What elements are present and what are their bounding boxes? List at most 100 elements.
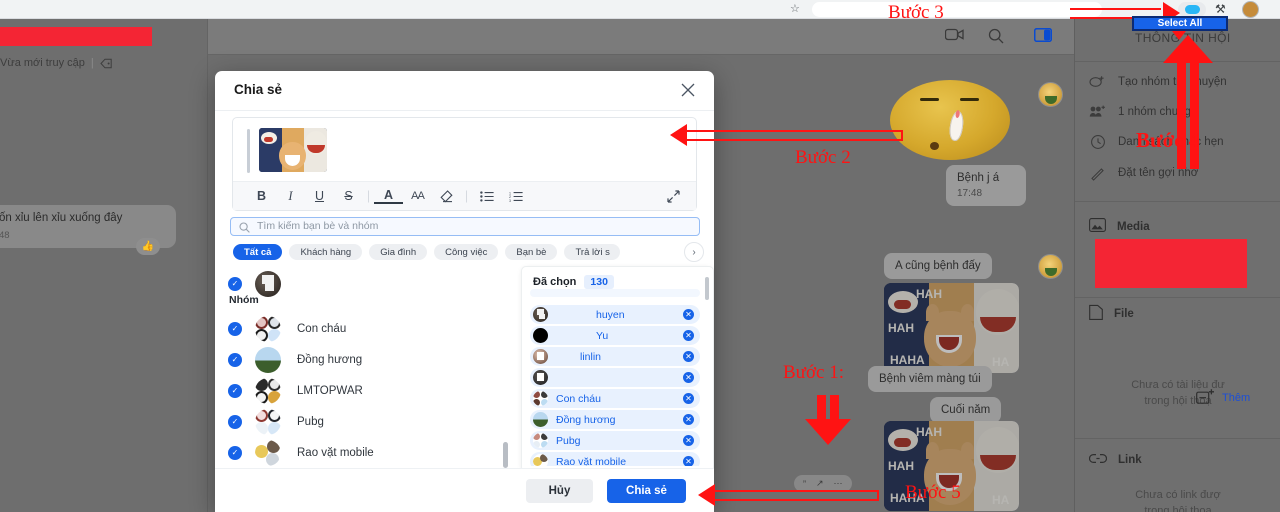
selected-count: 130 xyxy=(584,275,614,289)
pencil-rename-icon xyxy=(1089,164,1106,181)
chat-bubble-outgoing: Bệnh j á 17:48 xyxy=(946,165,1026,206)
numbered-list-icon[interactable]: 123 xyxy=(501,182,530,211)
section-header-file[interactable]: File xyxy=(1089,304,1134,323)
more-options-icon[interactable]: ⋯ xyxy=(834,478,843,489)
chat-bubble-outgoing: Bệnh viêm màng túi xyxy=(868,366,992,392)
toolbar-divider: | xyxy=(464,189,469,203)
list-item-label: Rao vặt mobile xyxy=(556,455,627,467)
section-header-media[interactable]: Media xyxy=(1089,218,1150,235)
puzzle-icon[interactable]: ⚒ xyxy=(1215,2,1226,16)
sidebar-item-create-group[interactable]: Tạo nhóm trò chuyện xyxy=(1089,73,1227,90)
bookmark-star-icon[interactable]: ☆ xyxy=(790,3,800,16)
underline-icon[interactable]: U xyxy=(305,182,334,211)
font-size-icon[interactable]: AA xyxy=(403,182,432,211)
filter-chip-work[interactable]: Công việc xyxy=(434,244,499,260)
remove-chip-icon[interactable]: ✕ xyxy=(683,393,694,404)
forward-share-icon[interactable]: ↗ xyxy=(816,478,824,489)
recently-accessed-label: Vừa mới truy cập xyxy=(0,57,85,69)
address-bar[interactable] xyxy=(812,2,1102,17)
list-item[interactable]: ✓ Pubg xyxy=(228,406,324,437)
list-item-label: Pubg xyxy=(297,415,324,428)
group-avatar-quad xyxy=(533,391,548,406)
checkbox-checked[interactable]: ✓ xyxy=(228,383,242,398)
search-friends-groups[interactable] xyxy=(230,216,700,236)
select-all-button[interactable]: Select All xyxy=(1132,16,1228,31)
expand-icon[interactable] xyxy=(659,182,688,211)
list-item[interactable]: Yu ✕ xyxy=(530,326,700,345)
list-item[interactable]: Pubg ✕ xyxy=(530,431,700,450)
annotation-step-2: Bước 2 xyxy=(795,147,851,168)
list-item[interactable]: ✕ xyxy=(530,368,700,387)
dialog-title: Chia sẻ xyxy=(234,82,283,97)
add-file-button[interactable]: Thêm xyxy=(1196,388,1250,408)
thumbs-up-icon[interactable]: 👍 xyxy=(136,238,160,255)
candidate-list-scrollbar[interactable] xyxy=(503,442,508,468)
list-item[interactable]: ✓ Rao vặt mobile xyxy=(228,437,374,468)
strikethrough-icon[interactable]: S xyxy=(334,182,363,211)
filter-chip-replies[interactable]: Trả lời s xyxy=(564,244,621,260)
divider xyxy=(1075,201,1280,202)
checkbox-checked[interactable]: ✓ xyxy=(228,276,242,291)
bold-icon[interactable]: B xyxy=(247,182,276,211)
list-item[interactable]: ✓ LMTOPWAR xyxy=(228,375,363,406)
search-icon[interactable] xyxy=(988,28,1004,49)
list-item-label: Đồng hương xyxy=(556,413,616,426)
video-call-icon[interactable] xyxy=(944,28,964,46)
create-group-icon xyxy=(1089,73,1106,90)
cancel-button[interactable]: Hủy xyxy=(526,479,593,503)
list-item-label: huyen xyxy=(596,308,625,321)
chrome-profile-avatar[interactable] xyxy=(1242,1,1259,18)
group-avatar-landscape xyxy=(255,346,281,373)
remove-chip-icon[interactable]: ✕ xyxy=(683,435,694,446)
link-icon xyxy=(1088,453,1108,467)
sticker-sweat-face xyxy=(890,80,1010,160)
share-composer[interactable]: Nhập nội dung chia sẻ. Chỉnh kiểu chữ để… xyxy=(232,117,697,211)
selected-panel-scrollbar[interactable] xyxy=(705,277,709,300)
checkbox-checked[interactable]: ✓ xyxy=(228,414,242,429)
list-item-label: Con cháu xyxy=(556,392,601,405)
text-color-icon[interactable]: A xyxy=(374,188,403,204)
chat-bubble-outgoing: Cuối năm xyxy=(930,397,1002,423)
search-input[interactable] xyxy=(230,216,700,236)
remove-chip-icon[interactable]: ✕ xyxy=(683,414,694,425)
list-item[interactable]: ✓ Con cháu xyxy=(228,313,346,344)
extension-blue-icon[interactable] xyxy=(1178,2,1206,17)
remove-chip-icon[interactable]: ✕ xyxy=(683,330,694,341)
toggle-info-panel-icon[interactable] xyxy=(1033,27,1053,47)
quote-icon[interactable]: ” xyxy=(803,479,806,489)
checkbox-checked[interactable]: ✓ xyxy=(228,321,242,336)
remove-chip-icon[interactable]: ✕ xyxy=(683,309,694,320)
close-icon[interactable] xyxy=(677,79,699,101)
toolbar-divider: | xyxy=(366,189,371,203)
list-item[interactable]: Đồng hương ✕ xyxy=(530,410,700,429)
section-header-link[interactable]: Link xyxy=(1088,453,1142,467)
list-item[interactable]: huyen ✕ xyxy=(530,305,700,324)
filter-chip-friends[interactable]: Bạn bè xyxy=(505,244,558,260)
list-item[interactable]: ✓ Đồng hương xyxy=(228,344,362,375)
italic-icon[interactable]: I xyxy=(276,182,305,211)
filter-chip-customers[interactable]: Khách hàng xyxy=(289,244,363,260)
annotation-step-1: Bước 1: xyxy=(783,362,844,383)
selected-header: Đã chọn 130 xyxy=(533,275,614,289)
shared-groups-icon xyxy=(1089,103,1106,120)
filter-chip-all[interactable]: Tất cả xyxy=(233,244,283,260)
filter-chip-family[interactable]: Gia đình xyxy=(369,244,428,260)
group-section-label: Nhóm xyxy=(229,294,259,306)
remove-chip-icon[interactable]: ✕ xyxy=(683,456,694,466)
tag-icon[interactable] xyxy=(100,58,113,69)
bulleted-list-icon[interactable] xyxy=(472,182,501,211)
clear-format-icon[interactable] xyxy=(432,182,461,211)
list-item[interactable]: Rao vặt mobile ✕ xyxy=(530,452,700,466)
checkbox-checked[interactable]: ✓ xyxy=(228,352,242,367)
checkbox-checked[interactable]: ✓ xyxy=(228,445,242,460)
list-item[interactable]: linlin ✕ xyxy=(530,347,700,366)
chevron-right-icon[interactable]: › xyxy=(684,242,704,262)
meme-shiba-hahaha[interactable]: HAH HAH HAHA HA xyxy=(884,283,1019,373)
share-button[interactable]: Chia sẻ xyxy=(607,479,686,503)
remove-chip-icon[interactable]: ✕ xyxy=(683,372,694,383)
sidebar-item-shared-groups[interactable]: 1 nhóm chung xyxy=(1089,103,1191,120)
recently-accessed-row[interactable]: Vừa mới truy cập | xyxy=(0,57,113,69)
list-item[interactable]: Con cháu ✕ xyxy=(530,389,700,408)
remove-chip-icon[interactable]: ✕ xyxy=(683,351,694,362)
group-avatar-emoji xyxy=(255,439,281,466)
